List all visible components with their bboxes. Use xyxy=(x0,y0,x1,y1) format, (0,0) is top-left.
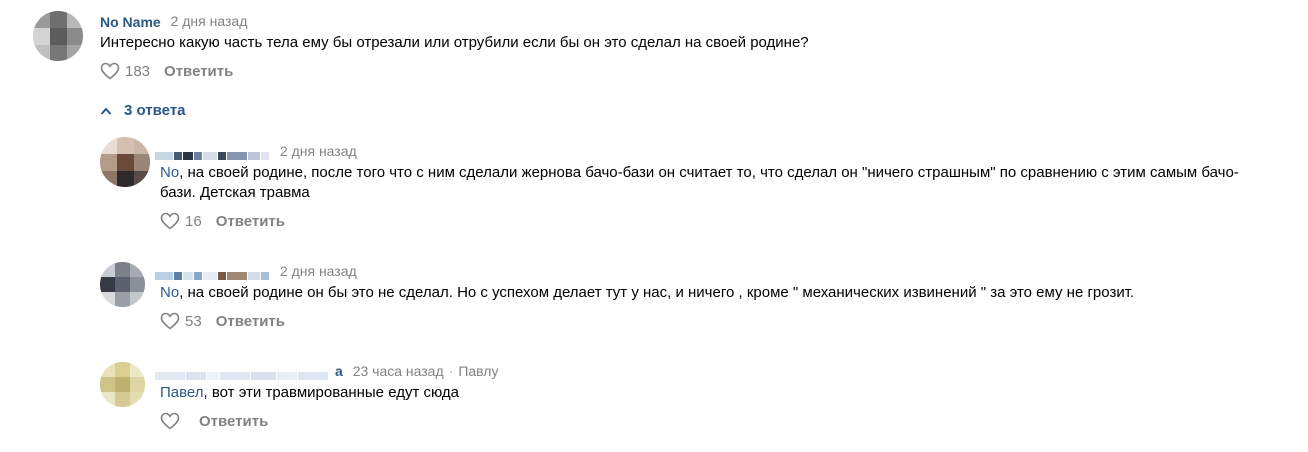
heart-outline-icon xyxy=(160,312,180,330)
avatar[interactable] xyxy=(33,11,83,61)
heart-outline-icon xyxy=(100,62,120,80)
reply-to-link[interactable]: Павлу xyxy=(458,363,498,379)
mention-link[interactable]: Павел xyxy=(160,384,204,401)
author-name-blurred[interactable] xyxy=(155,147,270,161)
mention-link[interactable]: No xyxy=(160,164,179,181)
author-name-blurred[interactable] xyxy=(155,367,329,381)
chevron-up-icon xyxy=(100,107,112,115)
comment-text: Павел, вот эти травмированные едут сюда xyxy=(160,384,460,401)
comment-actions: 183 Ответить xyxy=(100,62,233,80)
reply-button[interactable]: Ответить xyxy=(199,413,268,430)
avatar[interactable] xyxy=(100,137,150,187)
like-button[interactable]: 183 xyxy=(100,62,150,80)
reply-button[interactable]: Ответить xyxy=(164,63,233,80)
comment-actions: 16 Ответить xyxy=(160,212,285,230)
like-count: 53 xyxy=(185,312,202,330)
comment-text: No, на своей родине он бы это не сделал.… xyxy=(160,284,1135,301)
comment-meta: No Name 2 дня назад xyxy=(100,13,247,30)
comment-actions: Ответить xyxy=(160,412,268,430)
mention-link[interactable]: No xyxy=(160,284,179,301)
like-button[interactable]: 16 xyxy=(160,212,202,230)
replies-toggle[interactable]: 3 ответа xyxy=(100,102,186,119)
comment-text: Интересно какую часть тела ему бы отреза… xyxy=(100,34,809,51)
comment-meta: 2 дня назад xyxy=(155,263,357,281)
comment-meta: 2 дня назад xyxy=(155,143,357,161)
avatar[interactable] xyxy=(100,262,145,307)
like-button[interactable] xyxy=(160,412,185,430)
comment-time[interactable]: 2 дня назад xyxy=(280,263,357,279)
heart-outline-icon xyxy=(160,412,180,430)
like-button[interactable]: 53 xyxy=(160,312,202,330)
avatar[interactable] xyxy=(100,362,145,407)
heart-outline-icon xyxy=(160,212,180,230)
comment-time[interactable]: 2 дня назад xyxy=(280,143,357,159)
reply-button[interactable]: Ответить xyxy=(216,213,285,230)
comment-time[interactable]: 2 дня назад xyxy=(171,13,248,29)
comment-time[interactable]: 23 часа назад xyxy=(353,363,444,379)
comment-actions: 53 Ответить xyxy=(160,312,285,330)
comment-text: No, на своей родине, после того что с ни… xyxy=(160,164,1239,201)
like-count: 16 xyxy=(185,212,202,230)
author-name[interactable]: No Name xyxy=(100,14,161,30)
separator-dot: · xyxy=(448,363,454,379)
comment-meta: а 23 часа назад · Павлу xyxy=(155,363,498,381)
like-count: 183 xyxy=(125,62,151,80)
author-name-blurred[interactable] xyxy=(155,267,270,281)
reply-button[interactable]: Ответить xyxy=(216,313,285,330)
replies-toggle-label: 3 ответа xyxy=(124,102,186,119)
author-name-tail[interactable]: а xyxy=(335,363,343,379)
